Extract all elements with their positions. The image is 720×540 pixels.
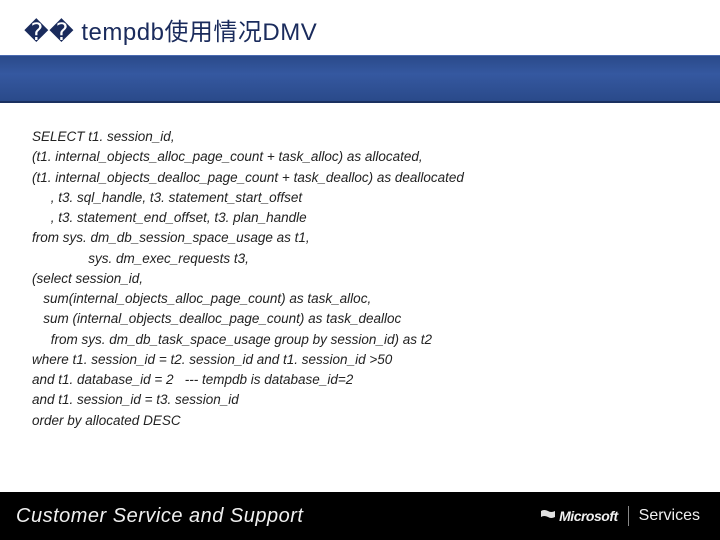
code-line: SELECT t1. session_id, <box>32 127 688 147</box>
footer-right: Microsoft Services <box>541 506 700 526</box>
services-text: Services <box>639 507 700 525</box>
microsoft-flag-icon <box>541 509 555 523</box>
microsoft-logo: Microsoft <box>541 508 618 524</box>
slide-title: �� tempdb使用情况DMV <box>24 12 696 47</box>
code-line: (t1. internal_objects_dealloc_page_count… <box>32 168 688 188</box>
footer-bar: Customer Service and Support Microsoft S… <box>0 492 720 540</box>
code-line: from sys. dm_db_session_space_usage as t… <box>32 228 688 248</box>
code-line: , t3. sql_handle, t3. statement_start_of… <box>32 188 688 208</box>
footer-divider <box>628 506 629 526</box>
code-line: and t1. session_id = t3. session_id <box>32 390 688 410</box>
footer-left-text: Customer Service and Support <box>16 505 303 528</box>
code-line: sys. dm_exec_requests t3, <box>32 249 688 269</box>
code-line: and t1. database_id = 2 --- tempdb is da… <box>32 370 688 390</box>
code-line: (select session_id, <box>32 269 688 289</box>
code-line: sum(internal_objects_alloc_page_count) a… <box>32 289 688 309</box>
code-line: where t1. session_id = t2. session_id an… <box>32 350 688 370</box>
code-line: sum (internal_objects_dealloc_page_count… <box>32 309 688 329</box>
code-line: (t1. internal_objects_alloc_page_count +… <box>32 147 688 167</box>
code-content: SELECT t1. session_id, (t1. internal_obj… <box>0 103 720 441</box>
code-line: from sys. dm_db_task_space_usage group b… <box>32 330 688 350</box>
decorative-band <box>0 55 720 103</box>
microsoft-text: Microsoft <box>559 508 618 524</box>
code-line: , t3. statement_end_offset, t3. plan_han… <box>32 208 688 228</box>
title-bar: �� tempdb使用情况DMV <box>0 0 720 55</box>
code-line: order by allocated DESC <box>32 411 688 431</box>
